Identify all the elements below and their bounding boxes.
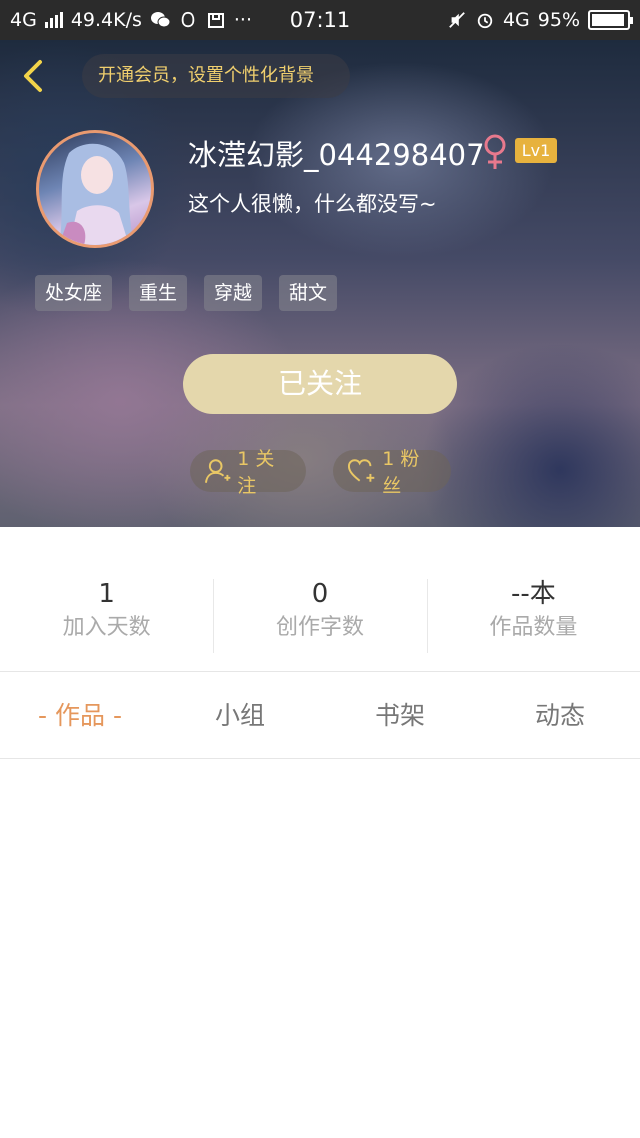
stat-label: 作品数量 bbox=[489, 615, 578, 640]
followed-button[interactable]: 已关注 bbox=[183, 354, 457, 414]
battery-fill bbox=[592, 14, 625, 26]
female-icon bbox=[484, 134, 506, 169]
tag[interactable]: 甜文 bbox=[279, 275, 338, 311]
battery-icon bbox=[588, 10, 633, 30]
tab-works[interactable]: - 作品 - bbox=[0, 673, 160, 758]
fans-count-button[interactable]: 1 粉丝 bbox=[333, 448, 451, 497]
avatar[interactable] bbox=[36, 130, 154, 248]
tab-groups[interactable]: 小组 bbox=[160, 673, 320, 758]
stat-label: 加入天数 bbox=[62, 615, 151, 640]
tag[interactable]: 重生 bbox=[129, 275, 188, 311]
tab-bookshelf[interactable]: 书架 bbox=[320, 673, 480, 758]
alarm-icon bbox=[477, 13, 493, 29]
following-count: 1 关注 bbox=[237, 448, 275, 497]
status-bar: 4G 49.4K/s ··· 07:11 4G 95% bbox=[0, 0, 640, 40]
following-count-button[interactable]: 1 关注 bbox=[190, 448, 306, 497]
stat-value: --本 bbox=[510, 579, 556, 609]
tag-list: 处女座 重生 穿越 甜文 bbox=[35, 275, 338, 311]
stat-join-days: 1 加入天数 bbox=[0, 527, 213, 671]
stat-value: 1 bbox=[98, 579, 115, 609]
profile-tabs: - 作品 - 小组 书架 动态 bbox=[0, 673, 640, 759]
stat-label: 创作字数 bbox=[275, 615, 364, 640]
level-badge: Lv1 bbox=[515, 138, 557, 163]
tab-content bbox=[0, 760, 640, 1138]
stats-bar: 1 加入天数 0 创作字数 --本 作品数量 bbox=[0, 527, 640, 672]
heart-add-icon bbox=[347, 459, 375, 482]
user-bio: 这个人很懒，什么都没写~ bbox=[188, 192, 437, 216]
back-icon[interactable] bbox=[14, 56, 54, 96]
username: 冰滢幻影_044298407 bbox=[188, 138, 485, 172]
stat-value: 0 bbox=[311, 579, 329, 609]
fans-count: 1 粉丝 bbox=[382, 448, 420, 497]
stat-works-count: --本 作品数量 bbox=[426, 527, 640, 671]
person-add-icon bbox=[204, 459, 231, 483]
clock: 07:11 bbox=[289, 8, 351, 32]
stat-word-count: 0 创作字数 bbox=[213, 527, 426, 671]
tag[interactable]: 处女座 bbox=[35, 275, 113, 311]
profile-header: 开通会员，设置个性化背景 冰滢幻影_044298407 Lv1 这个人很懒，什么… bbox=[0, 40, 640, 527]
mute-icon bbox=[449, 12, 465, 28]
avatar-illustration bbox=[59, 143, 134, 245]
tab-activity[interactable]: 动态 bbox=[480, 673, 640, 758]
tag[interactable]: 穿越 bbox=[204, 275, 263, 311]
vip-background-prompt[interactable]: 开通会员，设置个性化背景 bbox=[82, 54, 350, 98]
